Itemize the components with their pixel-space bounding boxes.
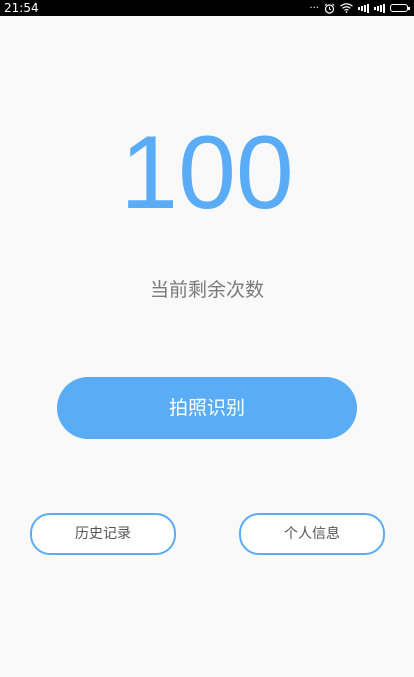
history-button[interactable]: 历史记录 [30,513,176,555]
battery-icon [390,4,410,12]
more-dots-icon: ... [309,0,319,11]
wifi-icon [340,3,353,13]
remaining-count-label: 当前剩余次数 [149,279,264,301]
signal-icon [358,3,369,13]
status-time: 21:54 [4,1,39,15]
profile-button[interactable]: 个人信息 [239,513,385,555]
remaining-count: 100 [120,115,294,231]
signal-icon [374,3,385,13]
alarm-icon [324,3,335,14]
status-bar: 21:54 ... [0,0,414,16]
app-screen: 21:54 ... 100 当前剩余次数 拍照识别 历史记录 个人信息 [0,0,414,677]
status-icons: ... [309,0,410,16]
photo-recognition-button[interactable]: 拍照识别 [57,377,357,439]
